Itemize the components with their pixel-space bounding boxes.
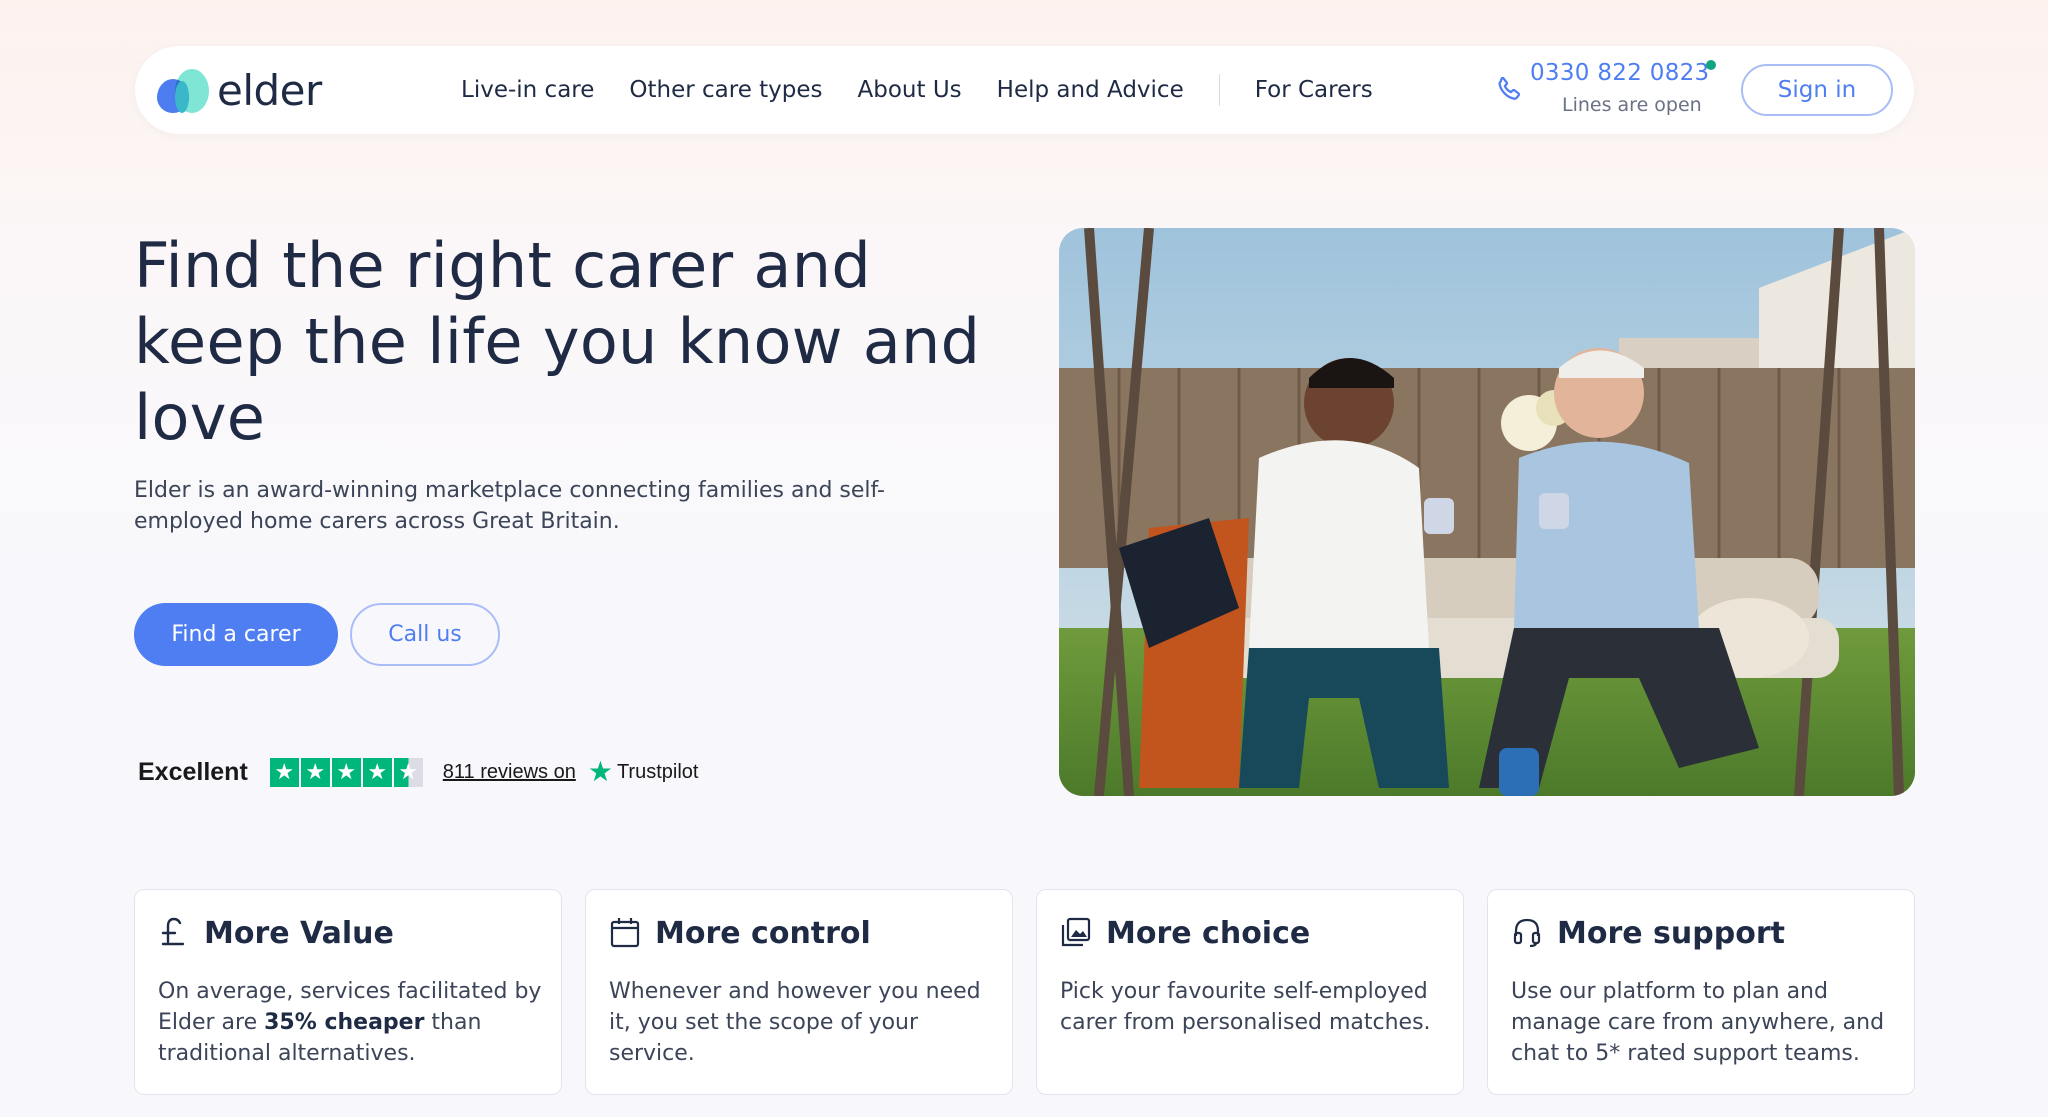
feature-card-support: More support Use our platform to plan an… (1487, 889, 1915, 1095)
trustpilot-widget[interactable]: Excellent ★ ★ ★ ★ ★ 811 reviews on ★ Tru… (138, 755, 698, 789)
headset-icon (1513, 918, 1541, 948)
feature-body: On average, services facilitated by Elde… (158, 979, 542, 1066)
top-navbar: elder Live-in care Other care types Abou… (135, 46, 1914, 134)
nav-help-and-advice[interactable]: Help and Advice (997, 77, 1184, 103)
star-icon: ★ (300, 757, 330, 787)
feature-body: Pick your favourite self-employed carer … (1060, 979, 1431, 1035)
hero-subtitle: Elder is an award-winning marketplace co… (134, 478, 885, 534)
feature-body: Whenever and however you need it, you se… (609, 979, 981, 1066)
feature-card-value: More Value On average, services facilita… (134, 889, 562, 1095)
nav-other-care-types[interactable]: Other care types (629, 77, 822, 103)
phone-number-link[interactable]: 0330 822 0823 (1530, 60, 1710, 86)
feature-title: More Value (204, 916, 394, 951)
nav-for-carers[interactable]: For Carers (1255, 77, 1373, 103)
find-a-carer-button[interactable]: Find a carer (134, 603, 338, 666)
star-icon: ★ (362, 757, 392, 787)
phone-icon[interactable] (1493, 74, 1525, 106)
nav-about-us[interactable]: About Us (858, 77, 962, 103)
feature-title: More support (1557, 916, 1785, 951)
nav-live-in-care[interactable]: Live-in care (461, 77, 594, 103)
calendar-icon (610, 918, 640, 948)
hero-title: Find the right carer and keep the life y… (134, 229, 981, 454)
lines-open-status-dot (1706, 60, 1716, 70)
main-menu: Live-in care Other care types About Us H… (461, 46, 1408, 134)
hero-photo (1059, 228, 1915, 796)
feature-body: Use our platform to plan and manage care… (1511, 979, 1885, 1066)
elder-logo[interactable]: elder (157, 68, 322, 114)
trustpilot-brand: Trustpilot (616, 760, 699, 783)
trustpilot-rating-text: Excellent (138, 757, 248, 786)
trustpilot-reviews-link[interactable]: 811 reviews on (443, 761, 576, 784)
sign-in-button[interactable]: Sign in (1741, 64, 1893, 116)
feature-title: More control (655, 916, 871, 951)
feature-card-control: More control Whenever and however you ne… (585, 889, 1013, 1095)
star-icon: ★ (269, 757, 299, 787)
trustpilot-logo-star-icon: ★ (587, 755, 613, 788)
logo-text: elder (217, 66, 322, 115)
feature-title: More choice (1106, 916, 1311, 951)
star-icon: ★ (331, 757, 361, 787)
feature-card-choice: More choice Pick your favourite self-emp… (1036, 889, 1464, 1095)
nav-divider (1218, 74, 1220, 106)
elder-logo-icon (157, 69, 213, 113)
lines-open-text: Lines are open (1562, 94, 1702, 116)
half-star-icon: ★ (393, 757, 423, 787)
pound-icon (161, 917, 185, 946)
trustpilot-stars: ★ ★ ★ ★ ★ (269, 757, 425, 787)
call-us-button[interactable]: Call us (350, 603, 500, 666)
gallery-icon (1061, 917, 1091, 947)
